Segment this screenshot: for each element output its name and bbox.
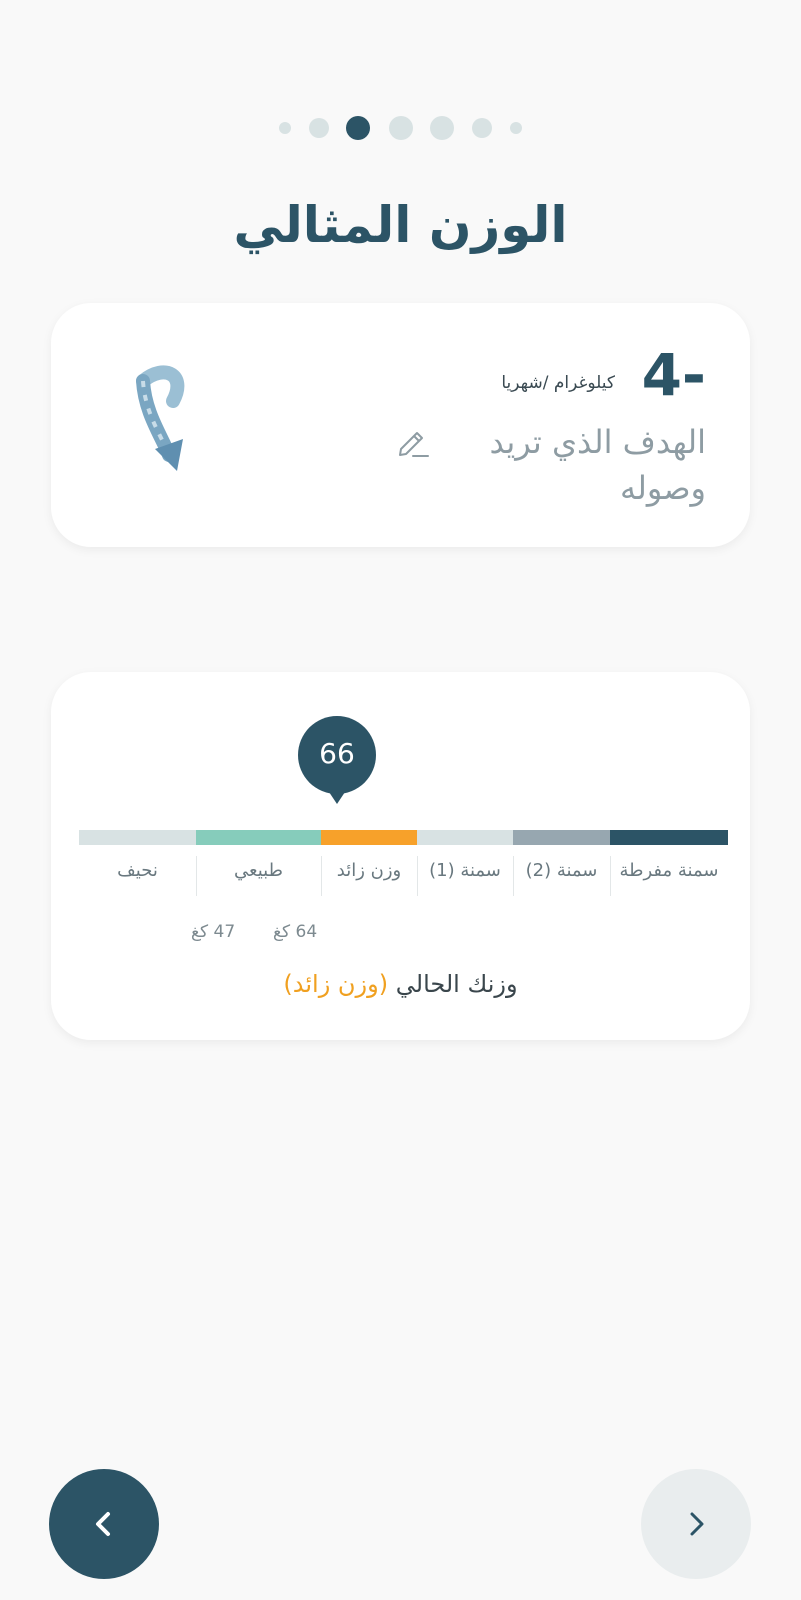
bmi-label-underweight: نحيف <box>117 860 158 881</box>
goal-label: الهدف الذي تريد وصوله <box>489 423 706 507</box>
down-curved-arrow-illustration <box>125 363 205 483</box>
bmi-card: 66 نحيف طبيعي وزن زائد سمنة (1) سمنة (2)… <box>51 672 750 1040</box>
bmi-label-extreme-obesity: سمنة مفرطة <box>619 860 719 881</box>
bmi-segment-bar <box>610 830 728 845</box>
bmi-segment-bar <box>417 830 513 845</box>
bmi-segment-bar <box>79 830 196 845</box>
bmi-segment-bar <box>513 830 610 845</box>
current-weight-status: وزنك الحالي (وزن زائد) <box>51 970 750 998</box>
page-dot <box>430 116 454 140</box>
bmi-label-obese-2: سمنة (2) <box>525 860 598 881</box>
healthy-range-low: 47 كغ <box>191 922 236 942</box>
marker-pointer <box>325 786 349 804</box>
pencil-icon[interactable] <box>395 423 431 459</box>
goal-card: 4- كيلوغرام /شهريا الهدف الذي تريد وصوله <box>51 303 750 547</box>
next-button[interactable] <box>641 1469 751 1579</box>
bmi-segment-bar <box>196 830 321 845</box>
bmi-segment-bar <box>321 830 417 845</box>
chevron-right-icon <box>690 1512 704 1536</box>
current-weight-category: (وزن زائد) <box>283 970 389 998</box>
pagination-dots <box>0 116 801 140</box>
bmi-label-overweight: وزن زائد <box>336 860 402 881</box>
page-dot <box>389 116 413 140</box>
previous-button[interactable] <box>49 1469 159 1579</box>
current-weight-value: 66 <box>298 716 376 794</box>
page-dot <box>309 118 329 138</box>
goal-value: 4- <box>641 341 706 409</box>
page-dot <box>472 118 492 138</box>
page-dot <box>279 122 291 134</box>
page-dot <box>510 122 522 134</box>
chevron-left-icon <box>96 1512 110 1536</box>
page-title: الوزن المثالي <box>233 196 568 254</box>
page-dot-active <box>346 116 370 140</box>
healthy-range-high: 64 كغ <box>273 922 318 942</box>
current-weight-marker: 66 <box>298 716 378 816</box>
goal-unit: كيلوغرام /شهريا <box>501 373 615 393</box>
bmi-label-obese-1: سمنة (1) <box>429 860 501 881</box>
current-weight-prefix: وزنك الحالي <box>395 970 518 998</box>
bmi-label-normal: طبيعي <box>234 860 283 881</box>
